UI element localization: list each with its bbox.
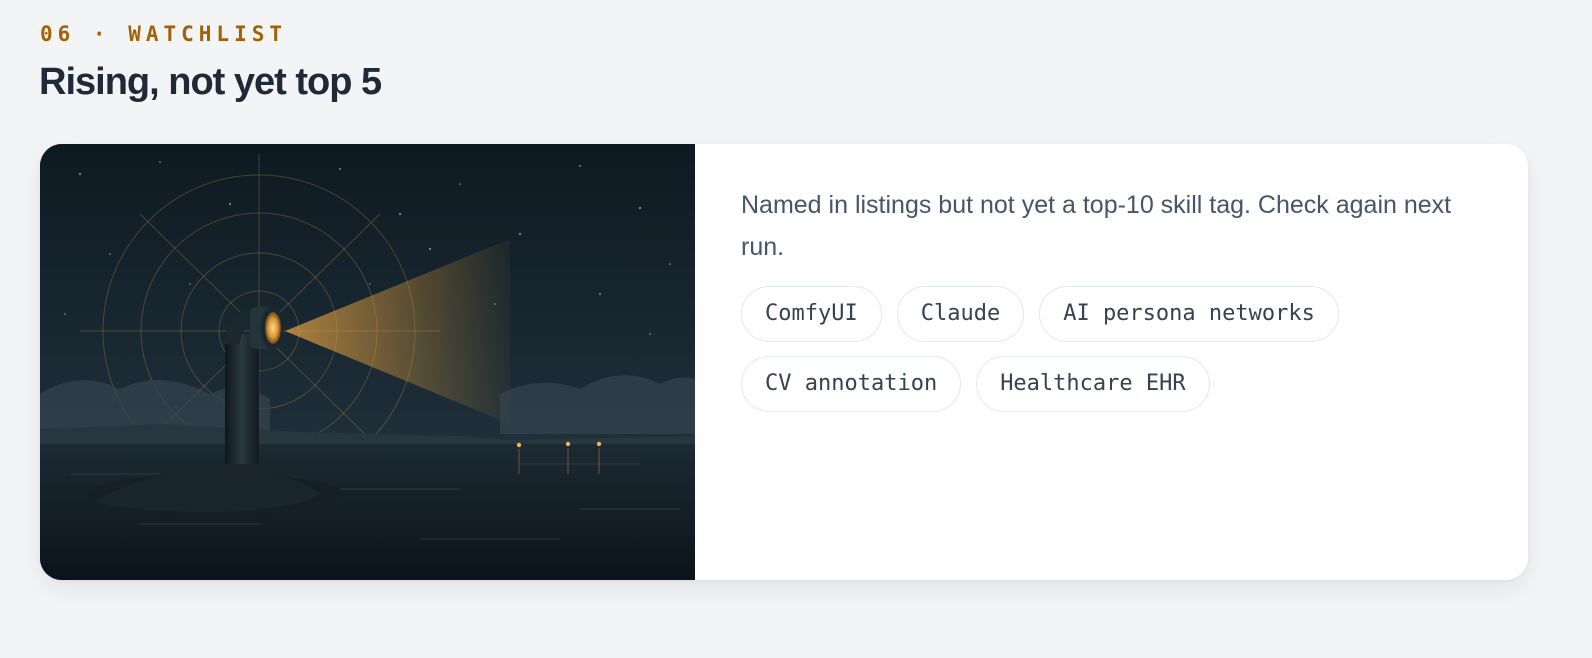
page: 06 · WATCHLIST Rising, not yet top 5 Nam… bbox=[0, 0, 1592, 658]
tag-healthcare-ehr[interactable]: Healthcare EHR bbox=[976, 356, 1210, 412]
section-title: Rising, not yet top 5 bbox=[39, 61, 382, 103]
tag-claude[interactable]: Claude bbox=[896, 286, 1025, 342]
tag-ai-persona-networks[interactable]: AI persona networks bbox=[1039, 286, 1339, 342]
card-body: Named in listings but not yet a top-10 s… bbox=[695, 144, 1528, 580]
section-eyebrow: 06 · WATCHLIST bbox=[40, 22, 288, 46]
tag-comfyui[interactable]: ComfyUI bbox=[741, 286, 882, 342]
tag-list: ComfyUI Claude AI persona networks CV an… bbox=[741, 286, 1461, 412]
watchlist-card: Named in listings but not yet a top-10 s… bbox=[40, 144, 1528, 580]
card-description: Named in listings but not yet a top-10 s… bbox=[741, 191, 1452, 261]
tag-cv-annotation[interactable]: CV annotation bbox=[741, 356, 962, 412]
periscope-illustration bbox=[40, 144, 695, 580]
periscope-image bbox=[40, 144, 695, 580]
